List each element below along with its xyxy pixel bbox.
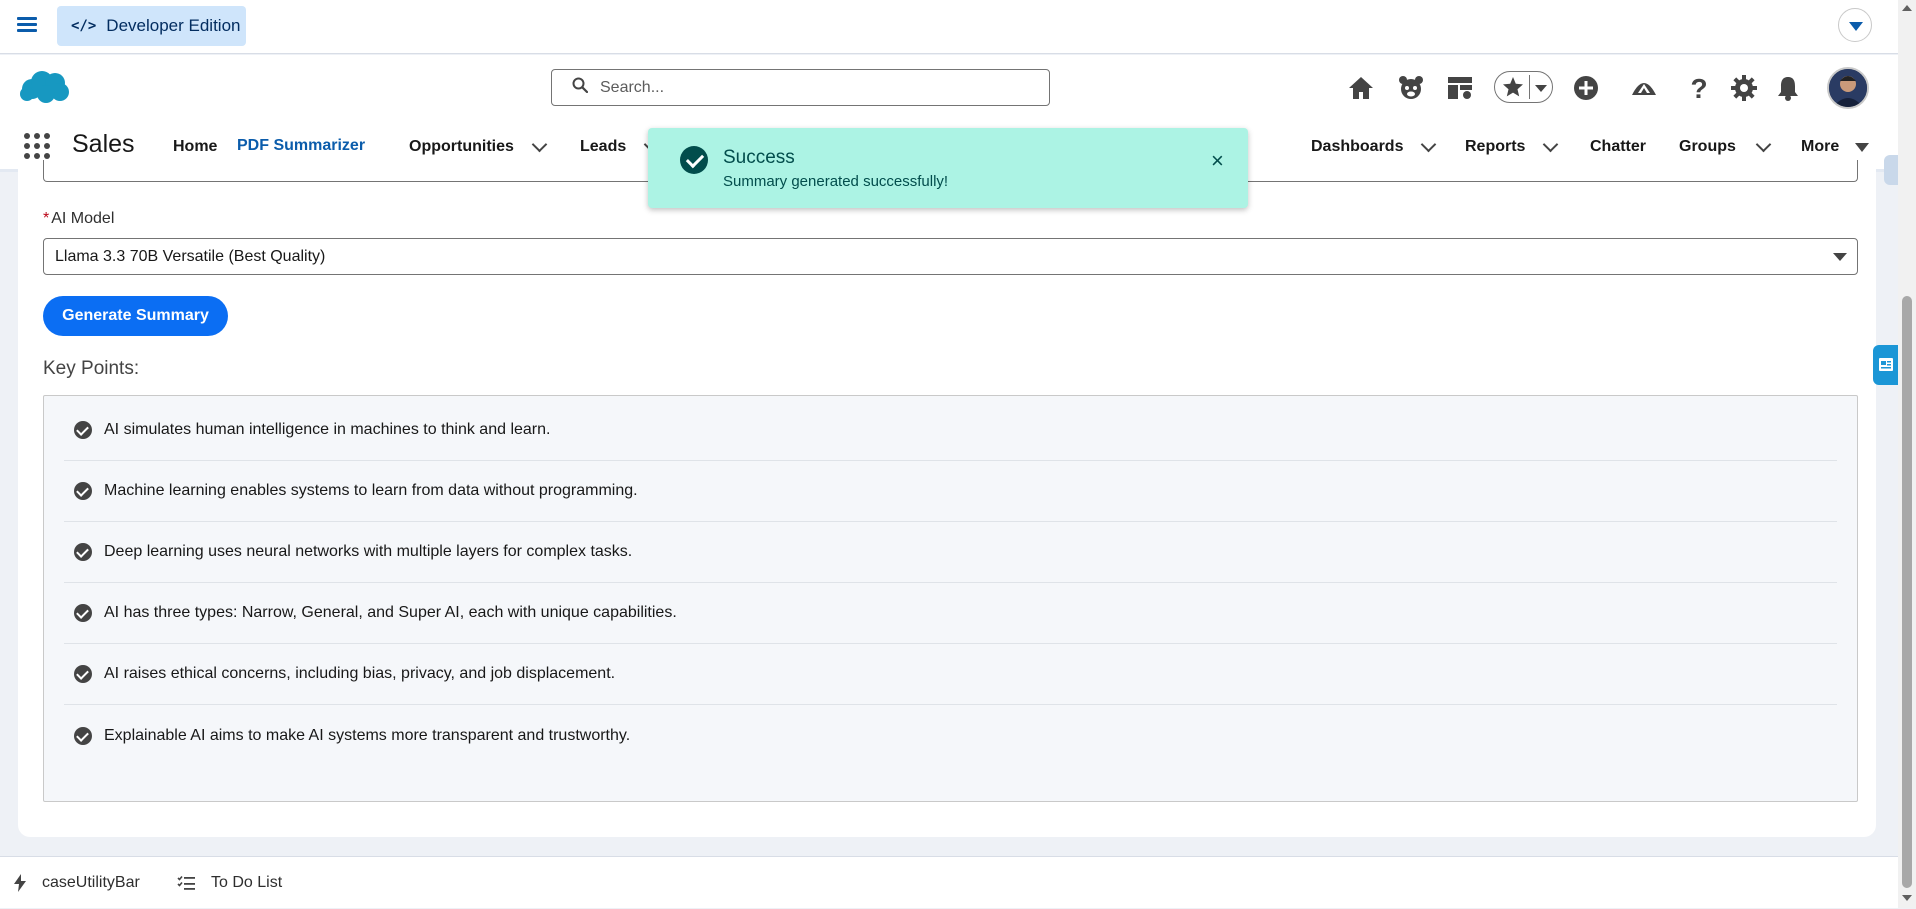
check-circle-icon [74,421,92,439]
pdf-summarizer-card: * AI Model Llama 3.3 70B Versatile (Best … [18,160,1876,837]
generate-summary-button[interactable]: Generate Summary [43,296,228,336]
developer-edition-badge[interactable]: </> Developer Edition [57,6,246,46]
search-placeholder: Search... [600,78,665,96]
notifications-icon[interactable] [1773,73,1803,103]
chevron-down-icon[interactable] [1543,136,1559,152]
favorites-group[interactable] [1494,71,1553,103]
favorites-list-icon[interactable] [1535,85,1547,92]
list-item: Machine learning enables systems to lear… [64,461,1837,522]
utility-item-label: To Do List [211,874,283,891]
nav-label: PDF Summarizer [237,136,366,154]
checklist-icon [177,875,195,891]
nav-label: Home [173,138,218,155]
code-icon: </> [71,18,97,34]
required-marker: * [43,210,50,227]
success-toast: Success Summary generated successfully! … [648,128,1248,208]
developer-bar: </> Developer Edition [0,0,1898,54]
side-panel-handle[interactable] [1884,155,1898,185]
list-item: AI simulates human intelligence in machi… [64,400,1837,461]
favorites-star-icon[interactable] [1501,73,1525,97]
key-point-text: AI raises ethical concerns, including bi… [104,665,616,682]
contact-card-icon [1879,358,1893,371]
check-circle-icon [74,543,92,561]
nav-label: Chatter [1590,138,1647,155]
list-item: AI has three types: Narrow, General, and… [64,583,1837,644]
salesforce-logo[interactable] [18,69,70,110]
scrollbar-thumb[interactable] [1902,296,1912,888]
side-utility-tab[interactable] [1873,345,1898,385]
add-icon[interactable] [1571,73,1601,103]
nav-label: More [1801,138,1840,155]
app-name: Sales [72,130,135,158]
scroll-down-arrow-icon[interactable] [1902,895,1912,901]
home-icon[interactable] [1346,73,1376,103]
list-item: AI raises ethical concerns, including bi… [64,644,1837,705]
check-circle-icon [74,665,92,683]
help-icon[interactable]: ? [1684,73,1714,104]
chevron-down-icon[interactable] [1421,136,1437,152]
check-circle-icon [74,482,92,500]
app-launcher-icon[interactable] [24,133,50,159]
global-header: Search... ? [0,55,1898,125]
chevron-down-icon[interactable] [1755,136,1772,152]
einstein-icon[interactable] [1396,73,1426,103]
nav-label: Leads [580,138,627,155]
toast-message: Summary generated successfully! [723,173,949,190]
user-avatar[interactable] [1827,67,1869,109]
lightning-icon [14,874,26,892]
check-circle-icon [74,726,92,745]
success-check-icon [680,146,708,174]
key-point-text: Deep learning uses neural networks with … [104,543,633,560]
key-point-text: Explainable AI aims to make AI systems m… [104,726,631,744]
trailhead-icon[interactable] [1629,73,1659,103]
utility-item-label: caseUtilityBar [42,874,140,891]
search-icon [572,77,589,98]
utility-item-to-do-list[interactable]: To Do List [177,857,282,909]
chevron-down-icon[interactable] [531,136,548,152]
dropdown-toggle-button[interactable] [1838,8,1872,42]
nav-label: Groups [1679,138,1736,155]
menu-icon[interactable] [17,14,37,36]
settings-icon[interactable] [1729,73,1759,103]
key-point-text: Machine learning enables systems to lear… [104,482,638,499]
setup-assistant-icon[interactable] [1445,73,1475,103]
list-item: Explainable AI aims to make AI systems m… [64,705,1837,766]
ai-model-selected-value: Llama 3.3 70B Versatile (Best Quality) [55,247,326,265]
developer-edition-label: Developer Edition [106,16,241,35]
close-icon[interactable]: × [1211,150,1224,172]
search-input[interactable]: Search... [551,69,1050,106]
nav-label: Opportunities [409,138,514,155]
key-points-list: AI simulates human intelligence in machi… [43,395,1858,802]
svg-text:?: ? [1690,73,1707,103]
ai-model-select[interactable]: Llama 3.3 70B Versatile (Best Quality) [43,238,1858,275]
toast-title: Success [723,147,795,168]
utility-item-case-utility-bar[interactable]: caseUtilityBar [14,857,140,909]
key-point-text: AI simulates human intelligence in machi… [104,421,551,438]
key-points-title: Key Points: [43,358,140,379]
utility-bar: caseUtilityBar To Do List [0,856,1898,908]
scroll-up-arrow-icon[interactable] [1902,5,1912,11]
caret-down-icon [1833,253,1847,261]
key-point-text: AI has three types: Narrow, General, and… [104,604,677,621]
ai-model-label: * AI Model [43,210,114,228]
check-circle-icon [74,604,92,622]
caret-down-icon[interactable] [1855,142,1870,152]
list-item: Deep learning uses neural networks with … [64,522,1837,583]
page-scrollbar[interactable] [1898,0,1916,908]
ai-model-label-text: AI Model [51,210,115,227]
nav-label: Dashboards [1311,138,1404,155]
nav-label: Reports [1465,138,1526,155]
